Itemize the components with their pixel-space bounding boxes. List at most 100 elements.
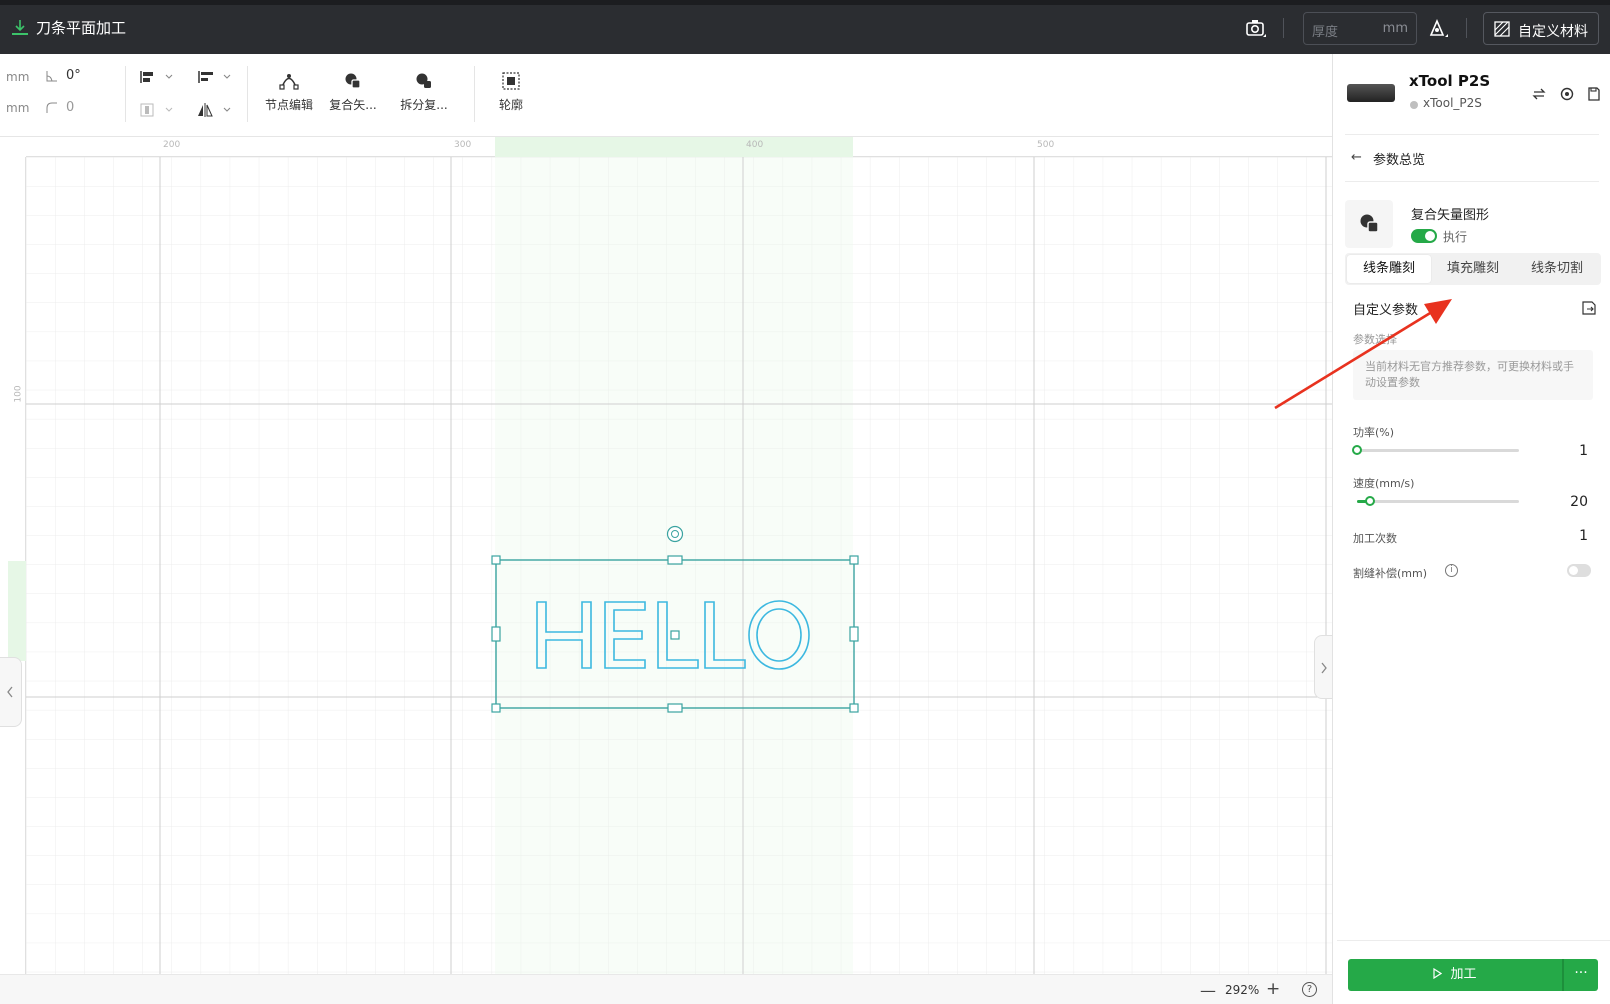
ruler-tick: 100 bbox=[13, 385, 24, 403]
toolbar: mm mm 0° 0 节点编辑 复合矢... 拆分复... 轮廓 bbox=[0, 54, 1332, 137]
camera-icon[interactable] bbox=[1245, 17, 1267, 39]
split-compound-label: 拆分复... bbox=[400, 98, 448, 112]
rotation-angle-icon bbox=[46, 71, 57, 82]
power-slider[interactable] bbox=[1352, 445, 1519, 455]
process-bar: 加工 ··· bbox=[1337, 940, 1610, 1004]
compound-vector-tool[interactable]: 复合矢... bbox=[324, 72, 382, 113]
process-button[interactable]: 加工 bbox=[1348, 959, 1562, 991]
autofocus-icon[interactable] bbox=[1427, 17, 1449, 39]
compound-shape-icon bbox=[345, 73, 361, 89]
shape-thumbnail bbox=[1345, 200, 1393, 248]
resize-handle[interactable] bbox=[491, 555, 501, 565]
resize-handle[interactable] bbox=[667, 703, 683, 713]
panel-divider bbox=[1345, 134, 1599, 135]
corner-radius-icon bbox=[46, 102, 57, 113]
resize-handle[interactable] bbox=[849, 703, 859, 713]
device-settings-icon[interactable] bbox=[1559, 86, 1575, 102]
toolbar-separator bbox=[125, 66, 126, 122]
outline-icon bbox=[502, 72, 520, 90]
node-edit-tool[interactable]: 节点编辑 bbox=[260, 72, 318, 113]
split-compound-tool[interactable]: 拆分复... bbox=[395, 72, 453, 113]
material-texture-icon bbox=[1494, 21, 1510, 37]
chevron-left-icon bbox=[7, 686, 13, 698]
x-unit: mm bbox=[6, 70, 30, 84]
zoom-in-button[interactable]: + bbox=[1266, 979, 1280, 999]
chevron-right-icon bbox=[1321, 662, 1327, 674]
device-connection-name: xTool_P2S bbox=[1423, 96, 1482, 110]
ruler-tick: 500 bbox=[1037, 140, 1055, 150]
custom-material-button[interactable]: 自定义材料 bbox=[1483, 12, 1599, 45]
connection-status-dot bbox=[1410, 101, 1418, 109]
play-icon bbox=[1433, 967, 1443, 980]
align-dropdown-icon[interactable] bbox=[140, 70, 176, 84]
titlebar-separator bbox=[1283, 18, 1284, 38]
corner-radius-value[interactable]: 0 bbox=[66, 100, 74, 115]
passes-label: 加工次数 bbox=[1353, 532, 1397, 545]
execute-label: 执行 bbox=[1443, 230, 1468, 244]
zoom-level: 292% bbox=[1225, 983, 1260, 997]
ruler-tick: 200 bbox=[163, 140, 181, 150]
arrange-dropdown-icon[interactable] bbox=[140, 103, 176, 117]
tab-fill-engrave[interactable]: 填充雕刻 bbox=[1431, 255, 1515, 283]
horizontal-ruler: 200 300 400 500 bbox=[26, 137, 1332, 157]
app-logo-icon bbox=[12, 20, 28, 35]
vertical-ruler: 100 200 bbox=[8, 157, 26, 974]
speed-slider-knob[interactable] bbox=[1365, 496, 1375, 506]
distribute-dropdown-icon[interactable] bbox=[198, 70, 234, 84]
ruler-selection-highlight bbox=[8, 561, 26, 661]
tab-line-engrave[interactable]: 线条雕刻 bbox=[1347, 255, 1431, 283]
toolbar-separator bbox=[474, 66, 475, 122]
help-icon[interactable]: ? bbox=[1302, 982, 1317, 997]
back-arrow-icon[interactable]: ← bbox=[1351, 150, 1362, 165]
y-unit: mm bbox=[6, 101, 30, 115]
title-bar: 刀条平面加工 厚度 mm 自定义材料 bbox=[0, 0, 1610, 54]
passes-value[interactable]: 1 bbox=[1579, 528, 1588, 544]
zoom-out-button[interactable]: — bbox=[1200, 981, 1216, 1000]
flip-dropdown-icon[interactable] bbox=[198, 103, 234, 117]
parameter-overview-title: 参数总览 bbox=[1373, 153, 1426, 168]
compound-shape-icon bbox=[1360, 214, 1379, 233]
left-panel-collapse-handle[interactable] bbox=[0, 657, 22, 727]
design-canvas[interactable]: 200 300 400 500 100 200 bbox=[0, 137, 1332, 974]
power-slider-knob[interactable] bbox=[1352, 445, 1362, 455]
ruler-tick: 400 bbox=[746, 140, 764, 150]
right-panel-collapse-handle[interactable] bbox=[1314, 635, 1332, 699]
resize-handle[interactable] bbox=[667, 555, 683, 565]
selected-object[interactable] bbox=[480, 377, 866, 713]
tab-line-cut[interactable]: 线条切割 bbox=[1515, 255, 1599, 283]
process-label: 加工 bbox=[1450, 967, 1477, 982]
toolbar-separator bbox=[247, 66, 248, 122]
annotation-arrow bbox=[1274, 299, 1452, 410]
resize-handle[interactable] bbox=[849, 555, 859, 565]
save-file-icon[interactable] bbox=[1586, 86, 1602, 102]
speed-value[interactable]: 20 bbox=[1570, 494, 1588, 510]
power-value[interactable]: 1 bbox=[1579, 443, 1588, 459]
thickness-placeholder: 厚度 bbox=[1312, 25, 1339, 40]
outline-tool[interactable]: 轮廓 bbox=[482, 72, 540, 113]
more-options-button[interactable]: ··· bbox=[1564, 959, 1598, 991]
ruler-tick: 300 bbox=[454, 140, 472, 150]
node-edit-label: 节点编辑 bbox=[264, 98, 313, 112]
speed-slider[interactable] bbox=[1357, 496, 1519, 506]
resize-handle[interactable] bbox=[849, 626, 859, 642]
resize-handle[interactable] bbox=[491, 703, 501, 713]
status-bar: — 292% + ? bbox=[0, 974, 1332, 1004]
kerf-label: 割缝补偿(mm) bbox=[1353, 567, 1428, 580]
kerf-toggle[interactable] bbox=[1567, 564, 1591, 577]
app-title: 刀条平面加工 bbox=[36, 19, 127, 37]
right-panel: xTool P2S xTool_P2S ← 参数总览 复合矢量图形 执行 线条雕… bbox=[1332, 54, 1610, 1004]
rotate-handle[interactable] bbox=[666, 525, 684, 543]
save-params-icon[interactable] bbox=[1581, 300, 1597, 316]
node-edit-icon bbox=[279, 74, 299, 90]
device-name: xTool P2S bbox=[1409, 72, 1491, 90]
info-icon[interactable]: i bbox=[1445, 564, 1458, 577]
rotation-value[interactable]: 0° bbox=[66, 68, 81, 83]
resize-handle[interactable] bbox=[491, 626, 501, 642]
switch-device-icon[interactable] bbox=[1531, 86, 1547, 102]
outline-label: 轮廓 bbox=[498, 98, 523, 112]
thickness-input[interactable]: 厚度 mm bbox=[1303, 12, 1417, 45]
shape-name: 复合矢量图形 bbox=[1411, 208, 1490, 223]
execute-toggle[interactable] bbox=[1411, 229, 1437, 243]
speed-label: 速度(mm/s) bbox=[1353, 477, 1415, 490]
thickness-unit: mm bbox=[1382, 21, 1408, 36]
